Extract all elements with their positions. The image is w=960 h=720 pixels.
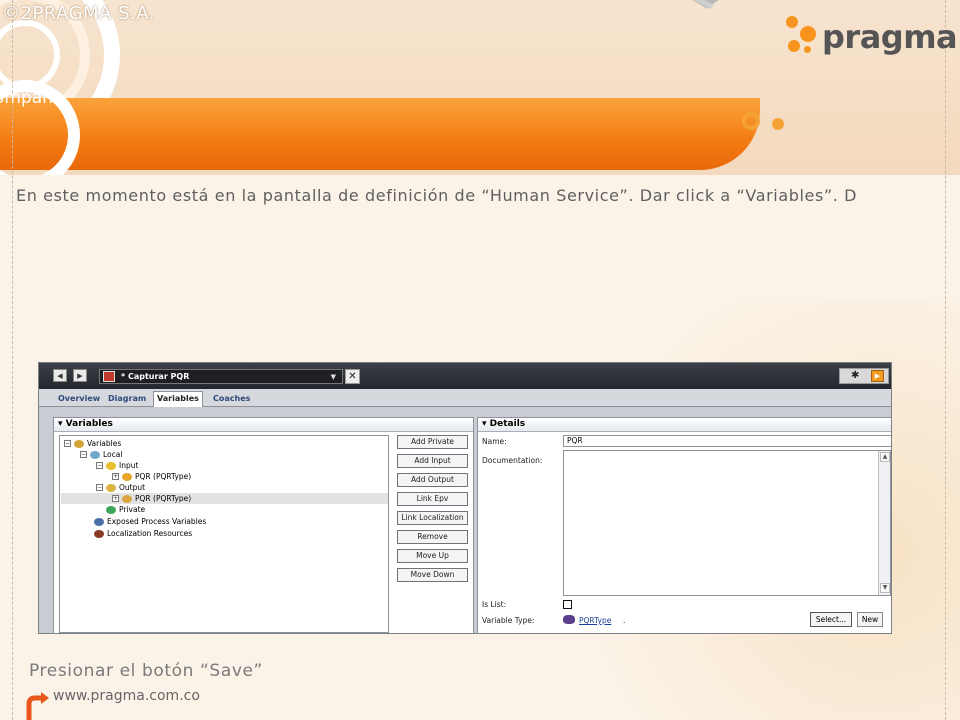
details-panel-header[interactable]: ▾ Details (478, 418, 891, 432)
add-output-button[interactable]: Add Output (397, 473, 468, 487)
collapse-icon[interactable]: − (64, 440, 71, 447)
collapse-icon[interactable]: − (96, 462, 103, 469)
tree-item-label: Output (119, 483, 146, 492)
tab-variables[interactable]: Variables (153, 391, 203, 407)
decorative-ring (140, 0, 360, 80)
link-epv-button[interactable]: Link Epv (397, 492, 468, 506)
name-label: Name: (482, 437, 507, 446)
collapse-icon[interactable]: ▾ (482, 419, 487, 429)
back-arrow-icon[interactable]: ◀ (53, 369, 67, 382)
process-designer-window: ◀ ▶ * Capturar PQR ▼ ✕ ✱ ▶ Overview Diag… (38, 362, 892, 634)
output-var-icon (122, 494, 132, 503)
expand-icon[interactable]: + (112, 473, 119, 480)
scroll-down-icon[interactable]: ▼ (880, 583, 890, 593)
tree-item-exposed-process-variables[interactable]: Exposed Process Variables (94, 516, 206, 527)
documentation-scrollbar[interactable]: ▲ ▼ (878, 451, 890, 595)
editor-tab-title: * Capturar PQR (121, 372, 190, 381)
tree-item-label: PQR (PQRType) (135, 494, 192, 503)
footer-url: www.pragma.com.co (53, 688, 200, 704)
tree-item-label: Localization Resources (107, 529, 193, 538)
exposed-process-variables-icon (94, 517, 104, 526)
collapse-icon[interactable]: − (80, 451, 87, 458)
add-input-button[interactable]: Add Input (397, 454, 468, 468)
editor-tab-combo[interactable]: * Capturar PQR ▼ (99, 369, 343, 384)
close-icon[interactable]: ✕ (345, 369, 360, 384)
editor-toolbar: ◀ ▶ * Capturar PQR ▼ ✕ ✱ ▶ (39, 363, 891, 389)
is-list-checkbox[interactable] (563, 600, 572, 609)
tree-item-output[interactable]: − Output (96, 482, 145, 493)
tree-item-output-pqr[interactable]: + PQR (PQRType) (61, 493, 388, 504)
new-button[interactable]: New (857, 612, 883, 627)
logo-dots-icon (782, 14, 826, 60)
decorative-dot (742, 112, 760, 130)
slide-title: ompan (0, 88, 53, 108)
tree-item-label: Exposed Process Variables (107, 517, 207, 526)
variables-panel-title: Variables (65, 419, 113, 429)
tree-item-variables[interactable]: − Variables (64, 438, 121, 449)
guide-line-left (12, 0, 13, 720)
variables-icon (74, 439, 84, 448)
decorative-dot (772, 118, 784, 130)
variable-type-link[interactable]: PQRType (579, 616, 611, 625)
variable-type-label: Variable Type: (482, 616, 535, 625)
instruction-text: En este momento está en la pantalla de d… (16, 186, 858, 205)
remove-button[interactable]: Remove (397, 530, 468, 544)
local-icon (90, 450, 100, 459)
tree-item-label: PQR (PQRType) (135, 472, 192, 481)
documentation-label: Documentation: (482, 456, 543, 465)
title-band (0, 98, 760, 170)
move-up-button[interactable]: Move Up (397, 549, 468, 563)
scroll-up-icon[interactable]: ▲ (880, 452, 890, 462)
collapse-icon[interactable]: − (96, 484, 103, 491)
expand-icon[interactable]: + (112, 495, 119, 502)
run-icon[interactable]: ▶ (871, 370, 884, 382)
move-down-button[interactable]: Move Down (397, 568, 468, 582)
chevron-down-icon[interactable]: ▼ (331, 373, 336, 381)
input-var-icon (122, 472, 132, 481)
tree-item-label: Local (103, 450, 123, 459)
copyright-text: ©2PRAGMA S.A. (2, 3, 155, 24)
collapse-icon[interactable]: ▾ (58, 419, 63, 429)
human-service-icon (103, 371, 115, 382)
guide-line-right (945, 0, 946, 720)
variables-panel-header[interactable]: ▾ Variables (54, 418, 473, 432)
editor-tabs: Overview Diagram Variables Coaches (39, 389, 891, 407)
tree-item-input[interactable]: − Input (96, 460, 138, 471)
select-button[interactable]: Select... (810, 612, 852, 627)
is-list-label: Is List: (482, 600, 507, 609)
tree-item-label: Private (119, 505, 146, 514)
tree-item-label: Input (119, 461, 139, 470)
localization-resources-icon (94, 529, 104, 538)
details-panel-title: Details (489, 419, 526, 429)
add-private-button[interactable]: Add Private (397, 435, 468, 449)
input-icon (106, 461, 116, 470)
tab-overview[interactable]: Overview (55, 392, 103, 406)
tree-item-private[interactable]: Private (106, 504, 145, 515)
private-icon (106, 505, 116, 514)
tab-diagram[interactable]: Diagram (105, 392, 149, 406)
output-icon (106, 483, 116, 492)
tree-item-local[interactable]: − Local (80, 449, 122, 460)
tree-item-localization-resources[interactable]: Localization Resources (94, 528, 192, 539)
footer-arrow-icon (26, 692, 49, 720)
pragma-logo: pragma (782, 14, 958, 60)
tree-item-input-pqr[interactable]: + PQR (PQRType) (112, 471, 191, 482)
name-field[interactable]: PQR (563, 435, 891, 447)
logo-text: pragma (822, 18, 958, 56)
tree-item-label: Variables (87, 439, 122, 448)
business-object-icon (563, 615, 575, 624)
footer-instruction: Presionar el botón “Save” (29, 661, 263, 681)
documentation-field[interactable]: ▲ ▼ (563, 450, 891, 596)
forward-arrow-icon[interactable]: ▶ (73, 369, 87, 382)
variable-type-suffix: . (623, 616, 626, 625)
variables-tree: − Variables − Local − Input + PQR (PQRTy… (59, 435, 389, 633)
link-localization-button[interactable]: Link Localization (397, 511, 468, 525)
tab-coaches[interactable]: Coaches (210, 392, 253, 406)
debug-icon[interactable]: ✱ (851, 370, 859, 381)
